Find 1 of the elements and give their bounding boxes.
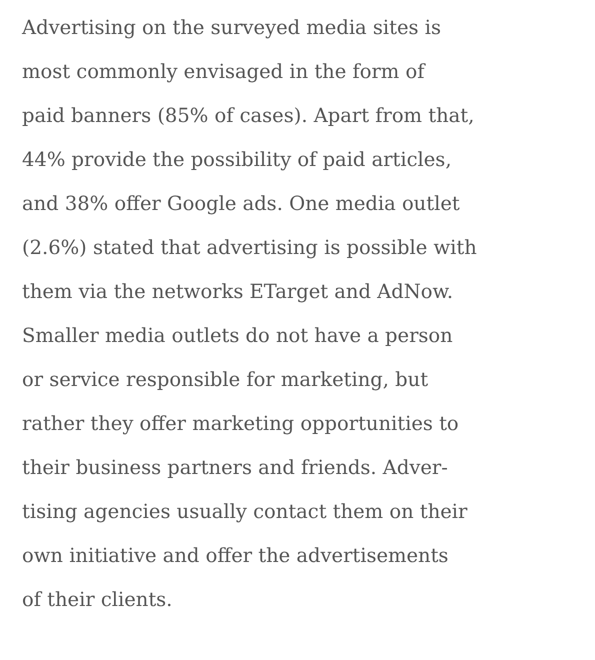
article-paragraph: Advertising on the surveyed media sites is most commonly envisaged in the form of paid banners (85% of cases). Apart from that, 44% provide the possibility of paid articles, and 38% offer Google ads. One media outlet (2.6%) stated that advertising is possible with them via the networks ETarget and AdNow. Smaller media outlets do not have a person or service responsible for marketing, but rather they offer marketing opportunities to their business partners and friends. Adver- tising agencies usually contact them on their own initiative and offer the advertisements of their clients. xyxy=(22,15,478,613)
